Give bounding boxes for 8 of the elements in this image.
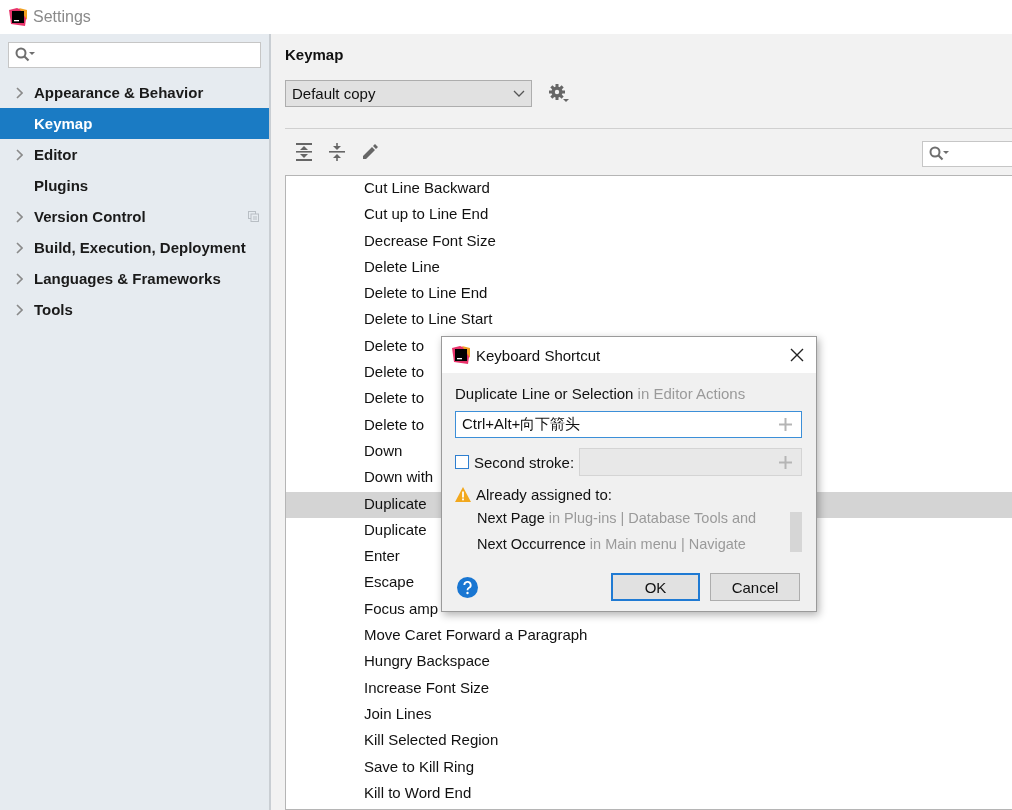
warning-text: Already assigned to: — [476, 486, 612, 503]
window-title: Settings — [33, 8, 91, 26]
conflict-item: Next Occurrence in Main menu | Navigate — [477, 535, 747, 554]
panel-title: Keymap — [285, 45, 345, 65]
checkbox-label: Second stroke: — [474, 453, 575, 471]
conflict-item: Next Page in Plug-ins | Database Tools and — [477, 509, 758, 528]
dialog-title: Keyboard Shortcut — [476, 346, 602, 364]
action-description: Duplicate Line or Selection in Editor Actions — [455, 385, 747, 402]
